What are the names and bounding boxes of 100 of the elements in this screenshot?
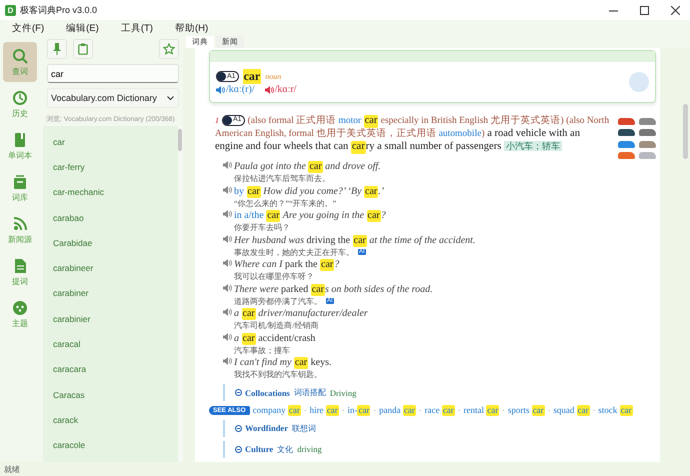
window-title: 极客词典Pro v3.0.0 — [20, 4, 98, 16]
expand-icon — [235, 389, 242, 396]
car-images-drawing — [618, 115, 656, 160]
speaker-icon[interactable] — [223, 284, 232, 292]
separator: · — [502, 406, 505, 415]
see-also-link[interactable]: race car — [424, 405, 455, 416]
nav-item[interactable]: 新闻源 — [3, 210, 37, 250]
example-sentence: There were parked cars on both sides of the road. — [234, 284, 433, 296]
dictionary-dropdown[interactable]: Vocabulary.com Dictionary — [47, 88, 179, 108]
example-translation: 保拉钻进汽车后驾车而去。 — [234, 173, 330, 184]
menu-item[interactable]: 文件(F) — [10, 22, 46, 34]
menu-item[interactable]: 编辑(E) — [64, 22, 101, 34]
speaker-icon[interactable] — [223, 259, 232, 267]
word-list-item[interactable]: carabiner — [43, 280, 178, 306]
speaker-icon[interactable] — [223, 186, 232, 194]
word-list-item[interactable]: caracara — [43, 356, 178, 382]
example-sentence: in a/the car Are you going in the car? — [234, 210, 386, 222]
example-sentence: Her husband was driving the car at the time of the accident. — [234, 234, 476, 246]
see-also-link[interactable]: panda car — [379, 405, 416, 416]
menu-item[interactable]: 工具(T) — [118, 22, 155, 34]
separator: · — [342, 406, 344, 415]
speaker-icon[interactable] — [223, 357, 232, 365]
separator: · — [304, 406, 307, 415]
see-also-link[interactable]: sports car — [508, 405, 545, 416]
word-list-item[interactable]: caracole — [43, 432, 178, 458]
nav-item[interactable]: 主题 — [3, 294, 37, 334]
word-list-item[interactable]: caracal — [43, 331, 178, 357]
section-toggle[interactable]: Culture — [235, 444, 274, 454]
speaker-icon[interactable] — [223, 210, 232, 218]
word-list-item[interactable]: Caracas — [43, 382, 178, 408]
document-icon — [12, 258, 28, 274]
nav-item[interactable]: 词库 — [3, 168, 37, 208]
speaker-icon[interactable] — [216, 86, 225, 94]
close-icon[interactable] — [671, 6, 680, 14]
section-translation: 联想词 — [292, 422, 316, 434]
pin-icon — [52, 43, 62, 55]
see-also-link[interactable]: hire car — [310, 405, 339, 416]
section-translation: 词语搭配 — [294, 387, 326, 398]
nav-item[interactable]: 查词 — [3, 42, 37, 82]
see-also-link[interactable]: stock car — [598, 405, 633, 416]
topic-link[interactable]: driving — [297, 444, 322, 454]
speaker-icon[interactable] — [223, 234, 232, 242]
scrollbar[interactable] — [660, 48, 690, 462]
star-icon — [163, 43, 175, 55]
example-sentence: Paula got into the car and drove off. — [234, 161, 381, 173]
example-translation: 事故发生时，她的丈夫正在开车。 — [234, 246, 354, 258]
word-list-item[interactable]: car-mechanic — [43, 180, 178, 205]
word-list-item[interactable]: carabinier — [43, 306, 178, 332]
speaker-icon[interactable] — [223, 332, 232, 340]
word-list-item[interactable]: carabao — [43, 204, 178, 230]
nav-item[interactable]: 历史 — [3, 84, 37, 124]
maximize-icon[interactable] — [640, 6, 649, 14]
expand-icon — [235, 424, 242, 432]
favorite-button[interactable] — [159, 39, 179, 59]
example-sentence: I can't find my car keys. — [234, 357, 332, 369]
search-icon — [12, 48, 28, 64]
pronunciation: /kɑːr/ — [274, 84, 296, 95]
book-icon — [12, 132, 28, 148]
word-list-item[interactable]: carack — [43, 407, 178, 433]
status-text: 就绪 — [0, 462, 690, 476]
example-sentence: by car How did you come?’ ‘By car.’ — [234, 186, 384, 198]
example-sentence: a car driver/manufacturer/dealer — [234, 308, 368, 320]
menu-item[interactable]: 帮助(H) — [172, 22, 210, 34]
speaker-icon[interactable] — [223, 308, 232, 316]
speaker-icon[interactable] — [264, 86, 274, 94]
word-list-item[interactable]: Carabidae — [43, 230, 178, 256]
topic-link[interactable]: Driving — [330, 388, 356, 398]
clipboard-icon — [78, 43, 88, 55]
rss-icon — [12, 216, 28, 232]
see-also-link[interactable]: company car — [252, 405, 301, 416]
section-translation: 文化 — [277, 444, 294, 455]
seal-icon — [629, 72, 649, 92]
word-list-item[interactable]: carabineer — [43, 255, 178, 281]
word-list-item[interactable]: car-ferry — [43, 154, 178, 180]
speaker-icon[interactable] — [223, 161, 232, 169]
see-also-link[interactable]: squad car — [553, 405, 590, 416]
separator: · — [373, 406, 376, 415]
example-translation: 你要开车去吗？ — [234, 222, 290, 233]
chevron-down-icon — [167, 96, 174, 100]
section-toggle[interactable]: Collocations — [235, 388, 290, 398]
section-toggle[interactable]: Wordfinder — [235, 423, 288, 434]
scrollbar[interactable] — [178, 126, 183, 462]
expand-icon — [235, 446, 242, 453]
nav-item[interactable]: 提词 — [3, 252, 37, 292]
headword: car — [242, 69, 262, 84]
pin-button[interactable] — [47, 39, 67, 59]
example-translation: 汽车司机/制造商/经销商 — [234, 320, 318, 331]
search-field[interactable]: car — [47, 64, 179, 83]
word-list-item[interactable]: car — [43, 129, 178, 154]
example-sentence: Where can I park the car? — [234, 259, 340, 271]
separator: · — [418, 406, 422, 415]
nav-item[interactable]: 单词本 — [3, 126, 37, 166]
sense-number: 1 — [215, 116, 219, 125]
clipboard-button[interactable] — [73, 39, 93, 59]
example-translation: 汽车事故；撞车 — [234, 344, 290, 356]
separator: · — [458, 406, 460, 415]
part-of-speech: noun — [265, 72, 282, 81]
example-translation: 我找不到我的汽车钥匙。 — [234, 369, 322, 380]
see-also-link[interactable]: rental car — [463, 405, 500, 416]
app-logo: D — [5, 4, 16, 16]
